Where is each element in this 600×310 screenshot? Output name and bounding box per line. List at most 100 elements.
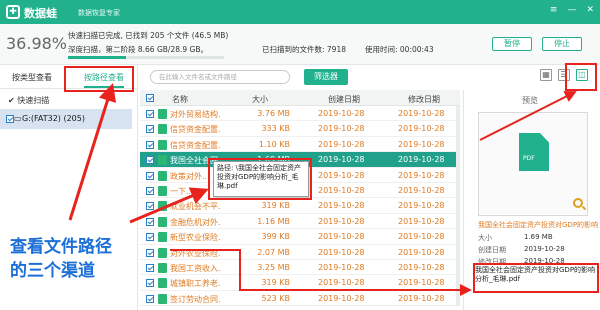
pdf-file-icon	[158, 278, 167, 289]
table-row[interactable]: 对外贸易结构... 3.76 MB 2019-10-28 2019-10-28	[140, 106, 460, 122]
file-name: 对外农业保险...	[170, 248, 220, 258]
grid-view-icon[interactable]: ▦	[540, 69, 552, 81]
row-checkbox[interactable]	[146, 171, 154, 180]
title-bar: ✚ 数据蛙 数据恢复专家 ≡ — ✕	[0, 0, 600, 24]
file-size: 399 KB	[261, 232, 290, 242]
annotation-line2: 的三个渠道	[10, 261, 95, 281]
highlight-tooltip	[208, 158, 312, 200]
drive-checkbox[interactable]	[6, 115, 14, 123]
table-row[interactable]: 签订劳动合同... 523 KB 2019-10-28 2019-10-28	[140, 291, 460, 307]
select-all-checkbox[interactable]	[146, 94, 154, 102]
file-size: 2.07 MB	[257, 247, 290, 257]
table-row[interactable]: 金融危机对外... 1.16 MB 2019-10-28 2019-10-28	[140, 214, 460, 230]
file-created: 2019-10-28	[318, 155, 365, 165]
pdf-file-icon	[158, 293, 167, 304]
deep-scan-status: 深度扫描，第二阶段 8.66 GB/28.9 GB。	[68, 45, 208, 54]
menu-icon[interactable]: ≡	[550, 5, 558, 15]
table-row[interactable]: 对外农业保险... 2.07 MB 2019-10-28 2019-10-28	[140, 245, 460, 260]
row-checkbox[interactable]	[146, 125, 154, 134]
table-row[interactable]: 我国工资收入... 3.25 MB 2019-10-28 2019-10-28	[140, 260, 460, 276]
file-table: 对外贸易结构...3.76 MB2019-10-282019-10-28信贷资金…	[140, 106, 460, 307]
pdf-file-icon	[158, 247, 167, 258]
pdf-file-icon	[158, 109, 167, 119]
file-modified: 2019-10-28	[398, 124, 445, 134]
highlight-preview-toggle	[565, 63, 597, 91]
quick-scan-status: 快速扫描已完成, 已找到 205 个文件 (46.5 MB)	[68, 31, 229, 40]
drive-node[interactable]: ▭ G:(FAT32) (205)	[0, 109, 132, 129]
created-label: 创建日期	[478, 246, 506, 254]
file-modified: 2019-10-28	[398, 232, 445, 242]
preview-title: 预览	[522, 96, 538, 105]
zoom-icon[interactable]	[573, 198, 583, 208]
file-modified: 2019-10-28	[398, 201, 445, 211]
pdf-file-icon	[158, 216, 167, 227]
file-created: 2019-10-28	[318, 124, 365, 134]
app-subtitle: 数据恢复专家	[78, 9, 120, 17]
stop-button[interactable]: 停止	[542, 37, 582, 51]
column-modified[interactable]: 修改日期	[408, 94, 440, 105]
minimize-icon[interactable]: —	[567, 5, 576, 15]
pdf-file-icon	[158, 185, 167, 196]
file-created: 2019-10-28	[318, 185, 365, 195]
row-checkbox[interactable]	[146, 217, 154, 226]
row-checkbox[interactable]	[146, 110, 154, 118]
pdf-icon	[519, 133, 549, 171]
table-row[interactable]: 就业机会不平... 319 KB 2019-10-28 2019-10-28	[140, 198, 460, 214]
row-checkbox[interactable]	[146, 294, 154, 303]
file-modified: 2019-10-28	[398, 247, 445, 257]
column-name[interactable]: 名称	[172, 94, 188, 105]
preview-thumbnail: PDF	[478, 112, 588, 216]
time-used: 使用时间: 00:00:43	[365, 45, 434, 54]
column-size[interactable]: 大小	[252, 94, 268, 105]
file-modified: 2019-10-28	[398, 155, 445, 165]
table-row[interactable]: 城镇职工养老... 319 KB 2019-10-28 2019-10-28	[140, 275, 460, 291]
file-created: 2019-10-28	[318, 139, 365, 149]
file-size: 3.76 MB	[257, 109, 290, 118]
drive-label: G:(FAT32) (205)	[22, 114, 85, 123]
quick-scan-node[interactable]: ✔ 快速扫描	[8, 95, 49, 106]
file-modified: 2019-10-28	[398, 278, 445, 288]
file-modified: 2019-10-28	[398, 262, 445, 272]
search-input[interactable]: 在此输入文件名或文件路径	[150, 70, 290, 84]
pause-button[interactable]: 暂停	[492, 37, 532, 51]
row-checkbox[interactable]	[146, 248, 154, 257]
app-title: 数据蛙	[24, 7, 57, 20]
column-created[interactable]: 创建日期	[328, 94, 360, 105]
row-checkbox[interactable]	[146, 279, 154, 288]
pdf-file-icon	[158, 170, 167, 181]
file-created: 2019-10-28	[318, 232, 365, 242]
file-size: 333 KB	[261, 124, 290, 134]
drive-icon: ▭	[14, 114, 22, 123]
table-row[interactable]: 新型农业保险... 399 KB 2019-10-28 2019-10-28	[140, 229, 460, 245]
table-header: 名称 大小 创建日期 修改日期	[140, 90, 460, 106]
close-icon[interactable]: ✕	[586, 5, 594, 15]
file-size: 1.10 KB	[258, 139, 290, 149]
window-controls: ≡ — ✕	[550, 5, 594, 15]
row-checkbox[interactable]	[146, 140, 154, 149]
table-scrollbar[interactable]	[456, 106, 460, 306]
row-checkbox[interactable]	[146, 263, 154, 272]
filter-button[interactable]: 筛选器	[304, 69, 348, 85]
quick-scan-label: 快速扫描	[17, 96, 50, 105]
file-created: 2019-10-28	[318, 109, 365, 118]
tab-by-type[interactable]: 按类型查看	[12, 72, 52, 83]
file-created: 2019-10-28	[318, 293, 365, 303]
highlight-preview-path	[473, 263, 599, 293]
row-checkbox[interactable]	[146, 202, 154, 211]
logo-icon: ✚	[6, 5, 20, 19]
file-modified: 2019-10-28	[398, 185, 445, 195]
table-row[interactable]: 信贷资金配置... 1.10 KB 2019-10-28 2019-10-28	[140, 137, 460, 153]
files-found: 已扫描到的文件数: 7918	[262, 45, 346, 54]
row-checkbox[interactable]	[146, 156, 154, 165]
row-checkbox[interactable]	[146, 186, 154, 195]
file-size: 319 KB	[261, 201, 290, 211]
scan-percent: 36.98%	[6, 34, 68, 53]
pdf-file-icon	[158, 139, 167, 150]
file-name: 城镇职工养老...	[170, 279, 220, 289]
row-checkbox[interactable]	[146, 233, 154, 242]
pdf-file-icon	[158, 232, 167, 243]
table-row[interactable]: 信贷资金配置... 333 KB 2019-10-28 2019-10-28	[140, 121, 460, 137]
preview-file-name: 我国全社会固定资产投资对GDP的影响分析_毛琳.pdf	[478, 221, 598, 229]
file-name: 对外贸易结构...	[170, 110, 220, 119]
file-created: 2019-10-28	[318, 170, 365, 180]
